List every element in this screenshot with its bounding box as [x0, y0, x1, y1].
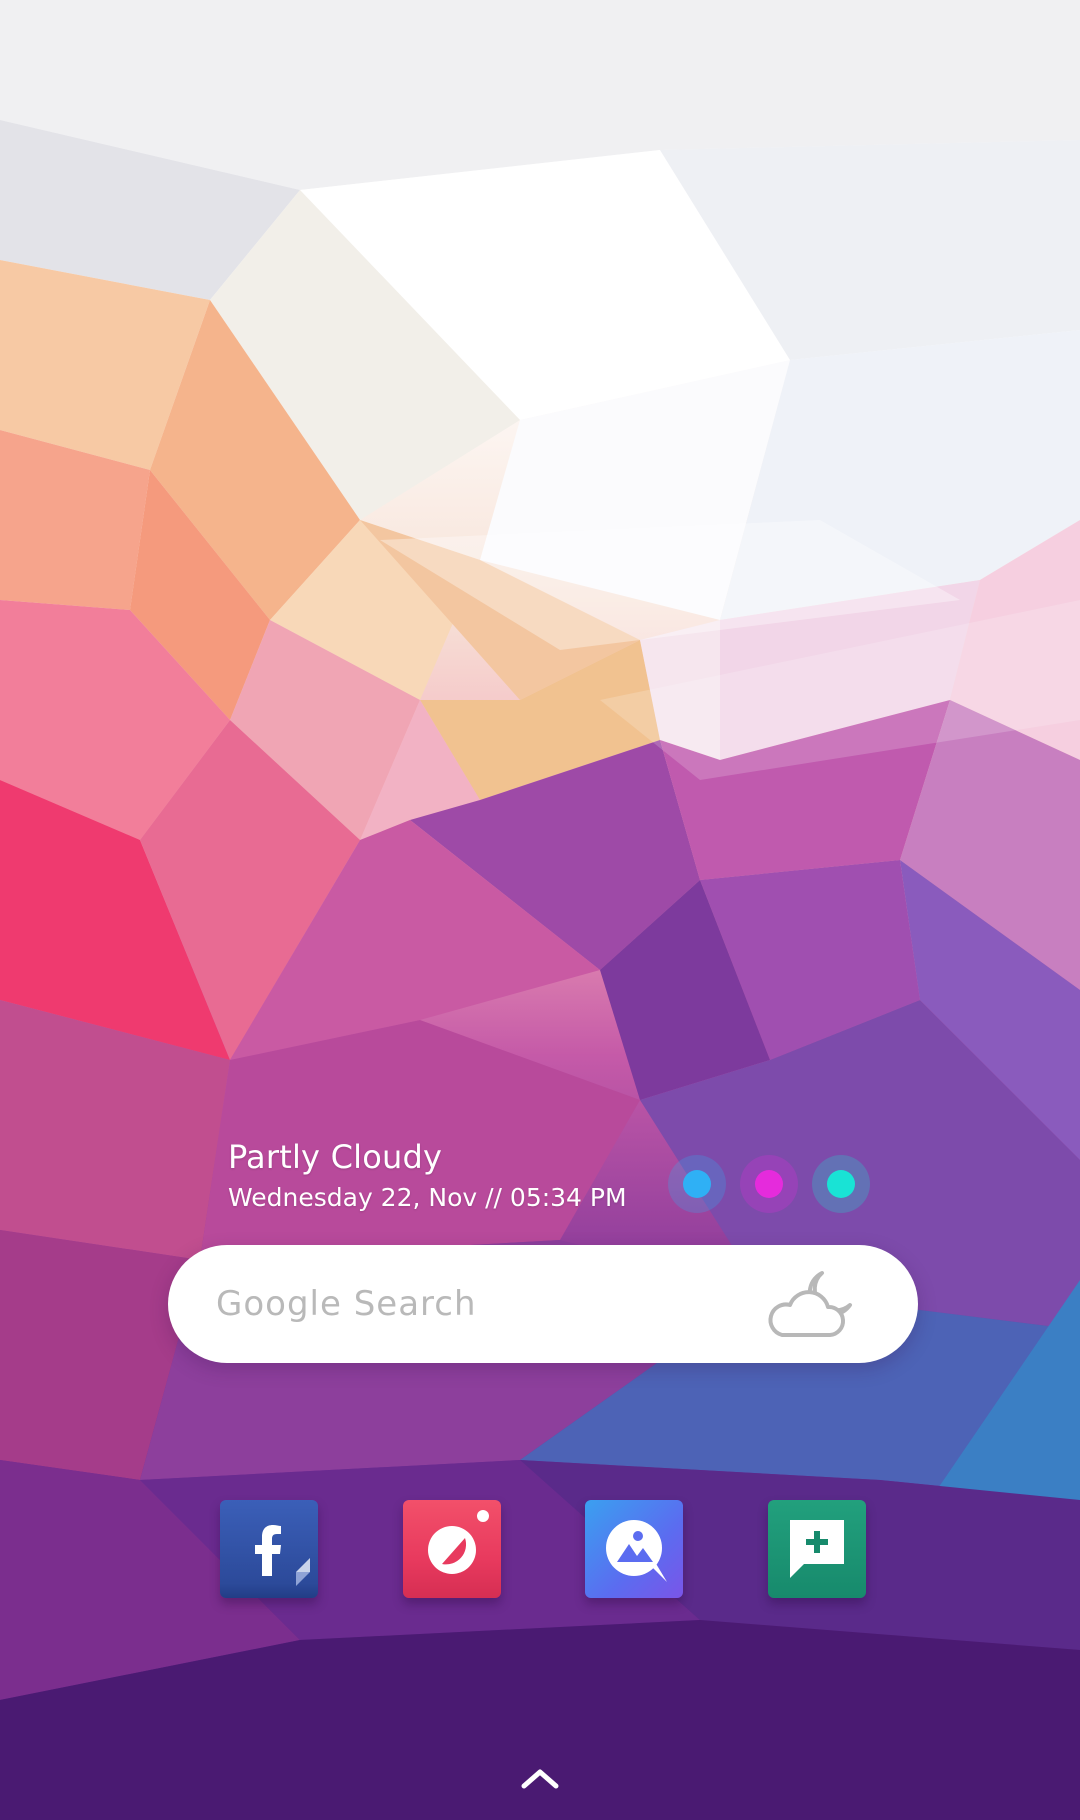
facebook-app[interactable] — [220, 1500, 318, 1598]
google-search-bar[interactable]: Google Search — [168, 1245, 918, 1363]
weather-datetime: Wednesday 22, Nov // 05:34 PM — [228, 1183, 627, 1212]
camera-app[interactable] — [402, 1500, 501, 1598]
home-screen: Partly Cloudy Wednesday 22, Nov // 05:34… — [0, 0, 1080, 1820]
partly-cloudy-night-icon[interactable] — [760, 1259, 860, 1349]
facebook-icon — [255, 1525, 310, 1586]
gallery-app[interactable] — [585, 1500, 684, 1598]
color-dot-cyan[interactable] — [812, 1155, 870, 1213]
app-dock — [220, 1500, 866, 1598]
messages-app[interactable] — [767, 1500, 866, 1598]
chevron-up-icon[interactable] — [516, 1762, 564, 1794]
gallery-icon — [606, 1520, 668, 1582]
color-dot-blue[interactable] — [668, 1155, 726, 1213]
search-placeholder[interactable]: Google Search — [216, 1284, 760, 1324]
color-dot-magenta[interactable] — [740, 1155, 798, 1213]
messages-icon — [789, 1520, 844, 1578]
camera-icon — [427, 1510, 489, 1574]
weather-condition: Partly Cloudy — [228, 1138, 443, 1176]
color-dots — [668, 1155, 870, 1213]
